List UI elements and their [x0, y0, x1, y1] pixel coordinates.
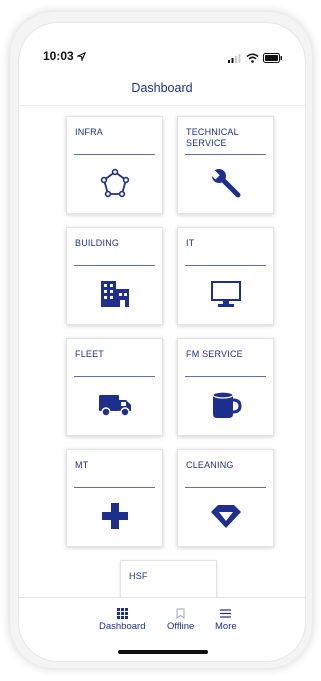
tile-divider [185, 265, 266, 266]
tile-label: FLEET [75, 349, 105, 359]
tile-label: MT [75, 460, 89, 470]
menu-icon [220, 609, 232, 618]
tile-it[interactable]: IT [177, 227, 274, 325]
tile-divider [185, 154, 266, 155]
tile-mt[interactable]: MT [66, 449, 163, 547]
building-icon [100, 281, 129, 307]
tile-divider [74, 487, 155, 488]
plus-icon [101, 503, 128, 529]
mug-icon [211, 391, 242, 418]
truck-icon [98, 395, 131, 417]
wrench-icon [209, 169, 240, 198]
status-time: 10:03 [43, 49, 74, 63]
tab-label: Dashboard [99, 621, 146, 632]
home-indicator[interactable] [118, 650, 208, 654]
tile-fleet[interactable]: FLEET [66, 338, 163, 436]
diamond-icon [210, 505, 241, 528]
status-bar: 10:03 [19, 23, 305, 69]
tile-label: BUILDING [75, 238, 120, 248]
tile-divider [185, 487, 266, 488]
header-divider [19, 105, 305, 106]
tile-label: INFRA [75, 127, 103, 137]
page-title: Dashboard [131, 81, 193, 95]
signal-icon [228, 53, 241, 63]
monitor-icon [210, 281, 241, 307]
wifi-icon [246, 53, 259, 63]
status-indicators [228, 53, 283, 63]
tab-label: More [215, 621, 237, 632]
tile-cleaning[interactable]: CLEANING [177, 449, 274, 547]
tile-label: HSF [129, 571, 148, 581]
tab-bar: Dashboard Offline More [19, 597, 305, 661]
tile-infra[interactable]: INFRA [66, 116, 163, 214]
location-arrow-icon [76, 51, 86, 61]
tile-building[interactable]: BUILDING [66, 227, 163, 325]
tile-divider [74, 376, 155, 377]
grid-icon [116, 608, 128, 619]
tab-label: Offline [167, 621, 195, 632]
bookmark-icon [176, 608, 185, 619]
tile-divider [74, 265, 155, 266]
tile-divider [185, 376, 266, 377]
tile-fm-service[interactable]: FM SERVICE [177, 338, 274, 436]
network-polygon-icon [100, 168, 129, 198]
tile-technical-service[interactable]: TECHNICAL SERVICE [177, 116, 274, 214]
tile-divider [74, 154, 155, 155]
tile-hsf[interactable]: HSF [120, 560, 217, 600]
status-time-group: 10:03 [43, 49, 86, 63]
tile-label: IT [186, 238, 195, 248]
battery-icon [263, 53, 282, 63]
tab-dashboard[interactable]: Dashboard [99, 608, 145, 632]
phone-screen: 10:03 Dashboard INFRA TECHNICAL SERVICE … [18, 22, 306, 662]
tab-more[interactable]: More [215, 608, 237, 632]
tile-label: CLEANING [186, 460, 234, 470]
tab-offline[interactable]: Offline [167, 608, 194, 632]
tile-label: FM SERVICE [186, 349, 243, 359]
tile-label: TECHNICAL SERVICE [186, 127, 239, 148]
